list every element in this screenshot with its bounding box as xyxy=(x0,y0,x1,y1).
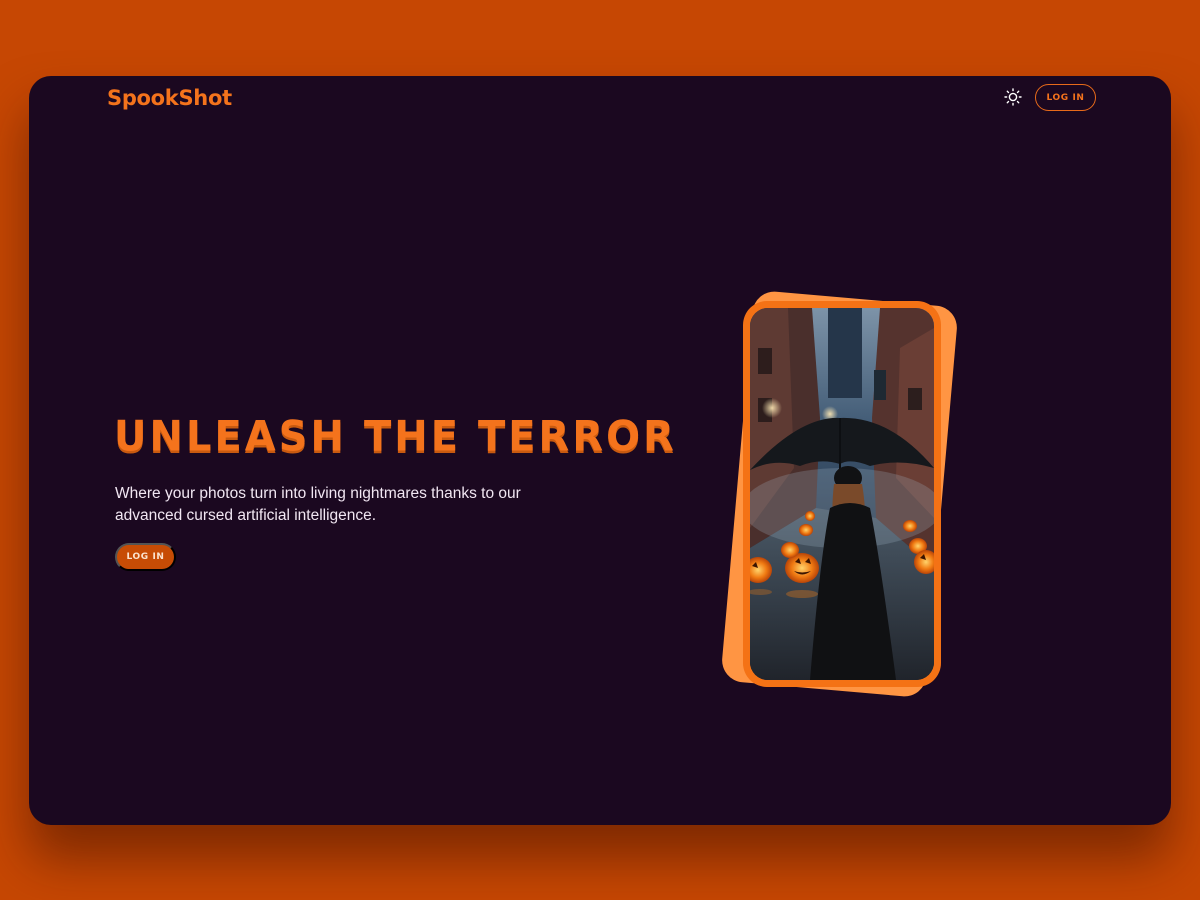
showcase-image-icon xyxy=(750,308,934,680)
hero-login-button[interactable]: LOG IN xyxy=(115,543,176,571)
brand-logo[interactable]: SpookShot xyxy=(107,86,232,110)
hero-subtitle: Where your photos turn into living night… xyxy=(115,485,521,524)
phone-mockup xyxy=(743,301,941,687)
app-window: SpookShot LOG IN UNLEASH THE TERROR Wher… xyxy=(29,76,1171,825)
sun-icon xyxy=(1004,88,1022,106)
theme-toggle-button[interactable] xyxy=(1004,88,1022,106)
header-login-button[interactable]: LOG IN xyxy=(1035,84,1096,111)
hero-title: UNLEASH THE TERROR xyxy=(114,412,677,462)
phone-screen xyxy=(750,308,934,680)
